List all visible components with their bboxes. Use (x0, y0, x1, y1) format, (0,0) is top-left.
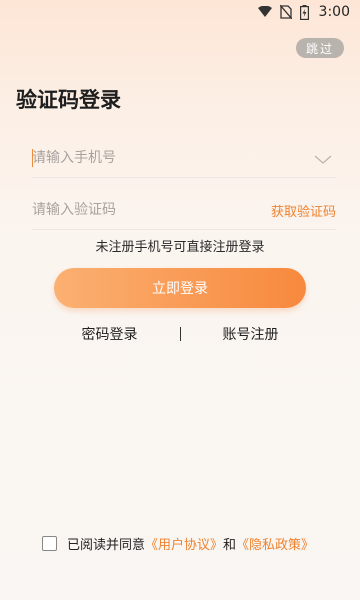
skip-button[interactable]: 跳过 (296, 38, 344, 58)
register-hint: 未注册手机号可直接注册登录 (95, 240, 265, 255)
wifi-icon (257, 6, 272, 18)
code-input[interactable] (32, 198, 252, 222)
status-bar: 3:00 (0, 0, 360, 24)
code-field: 获取验证码 (32, 190, 336, 230)
agreement-prefix: 已阅读并同意 (67, 538, 146, 553)
agreement-row: 已阅读并同意 《用户协议》 和 《隐私政策》 (42, 534, 314, 553)
register-link[interactable]: 账号注册 (209, 324, 293, 344)
phone-field (32, 138, 336, 178)
no-sim-icon (279, 5, 292, 19)
divider (179, 327, 181, 341)
user-agreement-link[interactable]: 《用户协议》 (145, 534, 223, 553)
chevron-down-icon[interactable] (314, 150, 332, 169)
agreement-and: 和 (223, 538, 237, 553)
page-title: 验证码登录 (16, 88, 121, 112)
battery-charging-icon (299, 4, 309, 20)
alt-links: 密码登录 账号注册 (0, 324, 360, 344)
agreement-checkbox[interactable] (42, 536, 57, 551)
phone-input[interactable] (32, 146, 252, 170)
login-button[interactable]: 立即登录 (54, 268, 306, 308)
get-code-button[interactable]: 获取验证码 (271, 201, 336, 220)
status-time: 3:00 (318, 4, 350, 20)
privacy-policy-link[interactable]: 《隐私政策》 (236, 534, 314, 553)
password-login-link[interactable]: 密码登录 (68, 324, 152, 344)
